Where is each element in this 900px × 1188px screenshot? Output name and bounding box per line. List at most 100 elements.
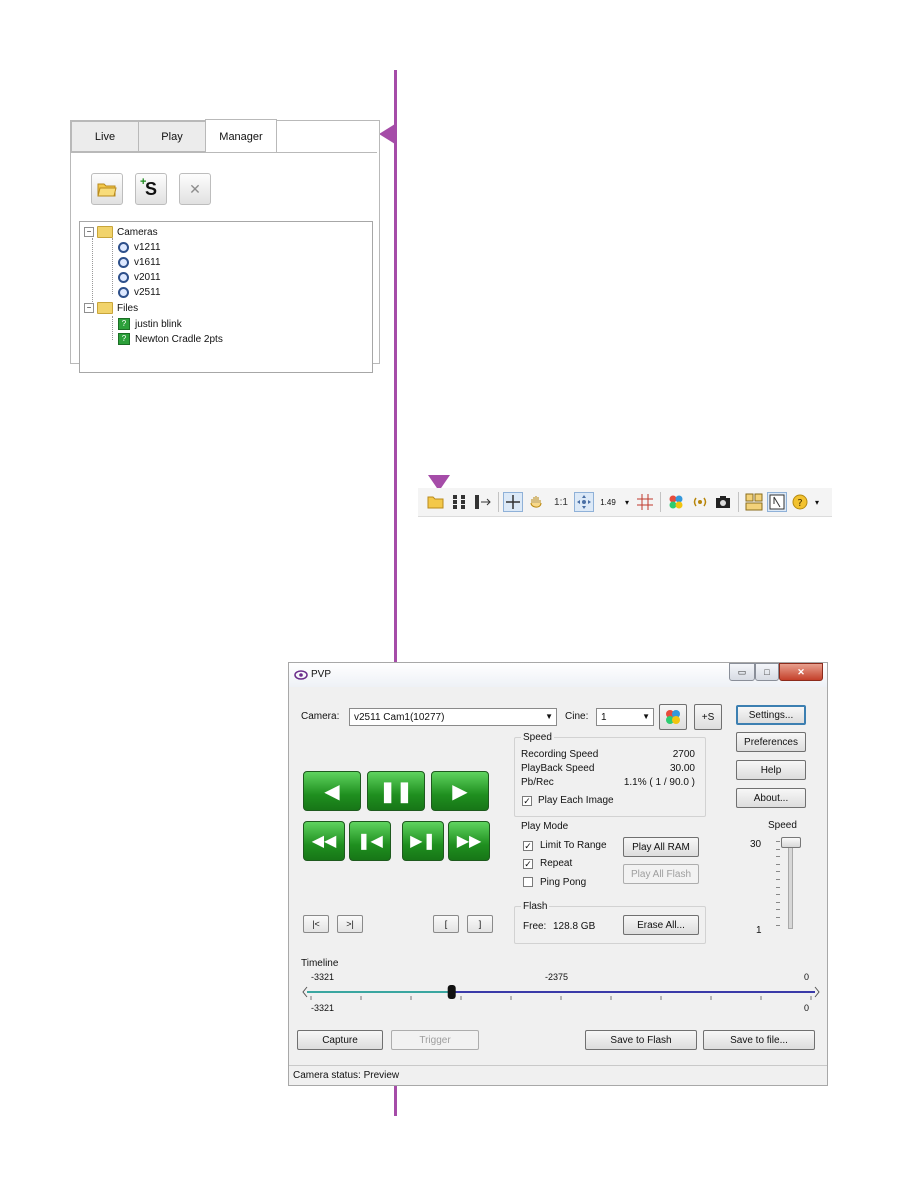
speed-slider-min: 1 (756, 925, 762, 936)
crosshair-button[interactable] (503, 492, 523, 512)
tree-item-camera[interactable]: v2511 (118, 285, 161, 299)
first-icon: |< (312, 919, 320, 929)
go-to-last-button[interactable]: >| (337, 915, 363, 933)
step-back-icon: ❚◀ (357, 833, 383, 850)
step-forward-button[interactable]: ▶❚ (402, 821, 444, 861)
save-to-flash-button[interactable]: Save to Flash (585, 1030, 697, 1050)
help-button[interactable]: Help (736, 760, 806, 780)
ping-pong-checkbox[interactable] (523, 877, 533, 887)
flash-title: Flash (521, 901, 550, 912)
capture-button[interactable]: Capture (297, 1030, 383, 1050)
color-button[interactable] (666, 492, 686, 512)
toolbar-separator (660, 492, 661, 512)
fit-button[interactable] (574, 492, 594, 512)
delete-x-icon: ✕ (189, 180, 201, 197)
timeline-thumb[interactable] (447, 985, 456, 999)
filmstrip-icon (475, 495, 491, 509)
pan-button[interactable] (526, 492, 546, 512)
preferences-button[interactable]: Preferences (736, 732, 806, 752)
tab-manager[interactable]: Manager (205, 119, 277, 153)
save-to-file-button[interactable]: Save to file... (703, 1030, 815, 1050)
add-s-label: S (144, 178, 157, 199)
speed-slider-tick (776, 879, 780, 880)
fast-forward-button[interactable]: ▶▶ (448, 821, 490, 861)
broadcast-icon (693, 497, 707, 507)
play-each-image-checkbox[interactable]: ✓ (522, 796, 532, 806)
add-s-button[interactable]: +S (694, 704, 722, 730)
mark-out-button[interactable]: ] (467, 915, 493, 933)
collapse-icon[interactable]: − (84, 303, 94, 313)
snapshot-button[interactable] (713, 492, 733, 512)
timeline-track[interactable] (301, 983, 821, 1007)
tab-live[interactable]: Live (71, 121, 139, 152)
tree-node-cameras[interactable]: − Cameras (84, 225, 158, 239)
play-all-flash-button[interactable]: Play All Flash (623, 864, 699, 884)
tree-item-file[interactable]: ? Newton Cradle 2pts (118, 332, 223, 346)
play-all-ram-button[interactable]: Play All RAM (623, 837, 699, 857)
plus-icon: + (140, 176, 147, 188)
camera-icon (118, 241, 129, 253)
maximize-button[interactable]: □ (755, 663, 779, 681)
step-back-button[interactable]: ❚◀ (349, 821, 391, 861)
minimize-button[interactable]: ▭ (729, 663, 755, 681)
zoom-dropdown[interactable]: ▾ (622, 492, 632, 512)
open-folder-button[interactable] (91, 173, 123, 205)
timeline-bottom-right: 0 (804, 1003, 810, 1013)
speed-slider-tick (776, 863, 780, 865)
close-button[interactable]: ✕ (779, 663, 823, 681)
limit-to-range-checkbox[interactable]: ✓ (523, 841, 533, 851)
actual-size-button[interactable]: 1:1 (551, 492, 571, 512)
tree-item-file[interactable]: ? justin blink (118, 317, 182, 331)
camera-select-value: v2511 Cam1(10277) (354, 711, 445, 723)
recording-speed-label: Recording Speed (521, 749, 599, 760)
layout-button[interactable] (744, 492, 764, 512)
delete-button[interactable]: ✕ (179, 173, 211, 205)
color-button[interactable] (659, 704, 687, 730)
timeline-top-left: -3321 (311, 972, 335, 982)
maximize-icon: □ (764, 667, 770, 677)
mark-in-button[interactable]: [ (433, 915, 459, 933)
play-reverse-button[interactable]: ◀ (303, 771, 361, 811)
cine-select[interactable]: 1 ▼ (596, 708, 654, 726)
svg-text:?: ? (797, 498, 802, 509)
speed-slider-thumb[interactable] (781, 837, 801, 848)
tree-item-label: v2011 (134, 271, 161, 283)
dropdown-arrow-icon: ▾ (624, 497, 629, 507)
tab-play[interactable]: Play (138, 121, 206, 152)
timeline-left-cap (302, 986, 308, 998)
panel-toggle-button[interactable] (767, 492, 787, 512)
play-forward-button[interactable]: ▶ (431, 771, 489, 811)
erase-all-button[interactable]: Erase All... (623, 915, 699, 935)
tree-item-camera[interactable]: v2011 (118, 270, 161, 284)
repeat-checkbox[interactable]: ✓ (523, 859, 533, 869)
grid-dots-icon (453, 495, 465, 509)
add-s-button[interactable]: + S (135, 173, 167, 205)
help-button[interactable]: ? (790, 492, 810, 512)
tree-item-camera[interactable]: v1211 (118, 240, 161, 254)
pause-button[interactable]: ❚❚ (367, 771, 425, 811)
toolbar-overflow[interactable]: ▾ (812, 492, 822, 512)
settings-button[interactable]: Settings... (736, 705, 806, 725)
speed-slider-track[interactable] (788, 841, 793, 929)
broadcast-button[interactable] (690, 492, 710, 512)
collapse-icon[interactable]: − (84, 227, 94, 237)
trigger-button[interactable]: Trigger (391, 1030, 479, 1050)
open-folder-button[interactable] (426, 492, 446, 512)
zoom-level[interactable]: 1.49 (596, 492, 620, 512)
camera-icon (118, 286, 129, 298)
play-mode-title: Play Mode (521, 821, 569, 832)
filmstrip-button[interactable] (473, 492, 493, 512)
folder-icon (97, 302, 113, 314)
camera-select[interactable]: v2511 Cam1(10277) ▼ (349, 708, 557, 726)
go-to-first-button[interactable]: |< (303, 915, 329, 933)
pvp-window: PVP ▭ □ ✕ Camera: v2511 Cam1(10277) ▼ Ci… (288, 662, 828, 1086)
tree-item-camera[interactable]: v1611 (118, 255, 161, 269)
help-icon: ? (792, 494, 808, 510)
open-folder-icon (427, 496, 444, 509)
about-button[interactable]: About... (736, 788, 806, 808)
tree-node-files[interactable]: − Files (84, 301, 138, 315)
fast-reverse-button[interactable]: ◀◀ (303, 821, 345, 861)
grid-view-button[interactable] (450, 492, 470, 512)
grid-overlay-button[interactable] (635, 492, 655, 512)
tree-line (112, 316, 113, 340)
